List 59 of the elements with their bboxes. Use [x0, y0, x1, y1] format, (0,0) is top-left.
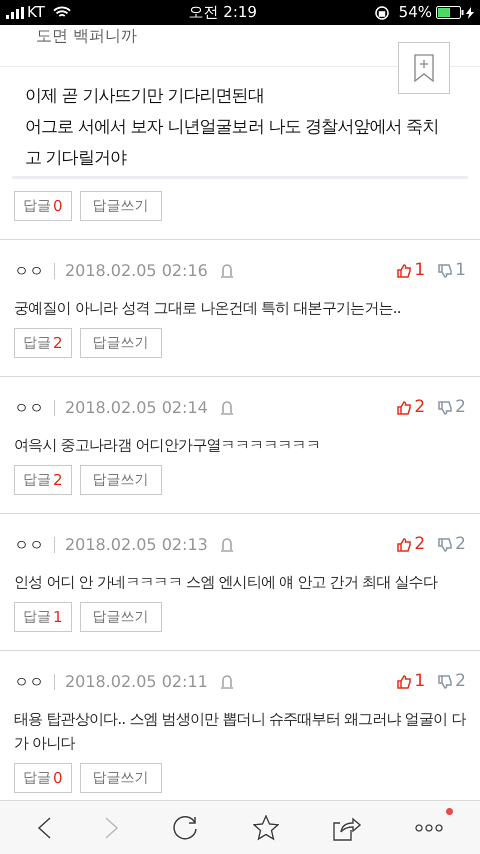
- signal-icon: [6, 6, 24, 18]
- wifi-icon: [52, 6, 71, 19]
- write-reply-button[interactable]: 답글쓰기: [80, 465, 162, 495]
- siren-icon[interactable]: [220, 400, 234, 416]
- more-icon[interactable]: [415, 824, 443, 832]
- reply-count-button[interactable]: 답글 1: [14, 602, 72, 632]
- comment-date: 2018.02.05 02:13: [65, 534, 208, 556]
- quoted-text-fragment: 도면 백퍼니까: [35, 25, 138, 47]
- carrier-name: KT: [27, 2, 45, 24]
- thumbs-down-icon[interactable]: [437, 263, 454, 279]
- bookmark-button[interactable]: [398, 42, 450, 94]
- star-icon[interactable]: [253, 814, 279, 840]
- charging-icon: [466, 6, 474, 18]
- thumbs-down-icon[interactable]: [437, 537, 454, 553]
- write-reply-button[interactable]: 답글쓰기: [80, 191, 162, 221]
- thumbs-up-icon[interactable]: [396, 537, 412, 553]
- like-count: 2: [414, 533, 426, 556]
- reply-count-button[interactable]: 답글 0: [14, 763, 72, 793]
- dislike-count: 2: [455, 533, 466, 556]
- comment-date: 2018.02.05 02:16: [65, 260, 208, 282]
- author-name: ㅇㅇ: [14, 672, 44, 693]
- thumbs-up-icon[interactable]: [396, 263, 412, 279]
- write-reply-button[interactable]: 답글쓰기: [80, 763, 162, 793]
- dislike-count: 2: [455, 396, 466, 420]
- dislike-count: 2: [455, 670, 466, 694]
- thumbs-up-icon[interactable]: [396, 400, 412, 416]
- write-reply-button[interactable]: 답글쓰기: [80, 602, 162, 632]
- rotation-lock-icon: [374, 6, 389, 20]
- like-count: 2: [414, 396, 426, 420]
- siren-icon[interactable]: [220, 537, 234, 553]
- author-name: ㅇㅇ: [14, 534, 44, 556]
- thumbs-down-icon[interactable]: [437, 400, 454, 416]
- dislike-count: 1: [455, 259, 466, 282]
- thumbs-down-icon[interactable]: [437, 674, 454, 690]
- reply-count-button[interactable]: 답글 2: [14, 328, 72, 358]
- back-icon[interactable]: [37, 816, 51, 838]
- comment-date: 2018.02.05 02:11: [65, 671, 208, 693]
- siren-icon[interactable]: [220, 263, 234, 279]
- battery-icon: [436, 6, 464, 19]
- comment-text: 여윽시 중고나라갬 어디안가구열ㅋㅋㅋㅋㅋㅋㅋ: [14, 435, 322, 456]
- comment-text: 태용 탑관상이다.. 스엠 범생이만 뽑더니 슈주때부터 왜그러냐 얼굴이 다가 아니다: [14, 709, 466, 754]
- siren-icon[interactable]: [220, 674, 234, 690]
- reply-count-button[interactable]: 답글 2: [14, 465, 72, 495]
- reload-icon[interactable]: [173, 814, 199, 840]
- status-time: 오전 2:19: [188, 2, 257, 24]
- comment-date: 2018.02.05 02:14: [65, 397, 208, 419]
- quote-paragraph: 이제 곧 기사뜨기만 기다리면된대: [25, 85, 265, 108]
- reply-count-button[interactable]: 답글 0: [14, 191, 72, 221]
- comment-text: 인성 어디 안 가네ㅋㅋㅋㅋ 스엠 엔시티에 얘 안고 간거 최대 실수다: [14, 572, 439, 593]
- like-count: 1: [414, 259, 426, 282]
- quote-paragraph: 어그로 서에서 보자 니년얼굴보러 나도 경찰서앞에서 죽치고 기다릴거야: [25, 116, 440, 170]
- battery-percent: 54%: [398, 2, 432, 24]
- like-count: 1: [414, 670, 426, 694]
- author-name: ㅇㅇ: [14, 398, 44, 419]
- thumbs-up-icon[interactable]: [396, 674, 412, 690]
- comment-text: 궁예질이 아니라 성격 그대로 나온건데 특히 대본구기는거는..: [14, 298, 402, 319]
- author-name: ㅇㅇ: [14, 260, 44, 282]
- bookmark-add-icon: [414, 54, 434, 82]
- write-reply-button[interactable]: 답글쓰기: [80, 328, 162, 358]
